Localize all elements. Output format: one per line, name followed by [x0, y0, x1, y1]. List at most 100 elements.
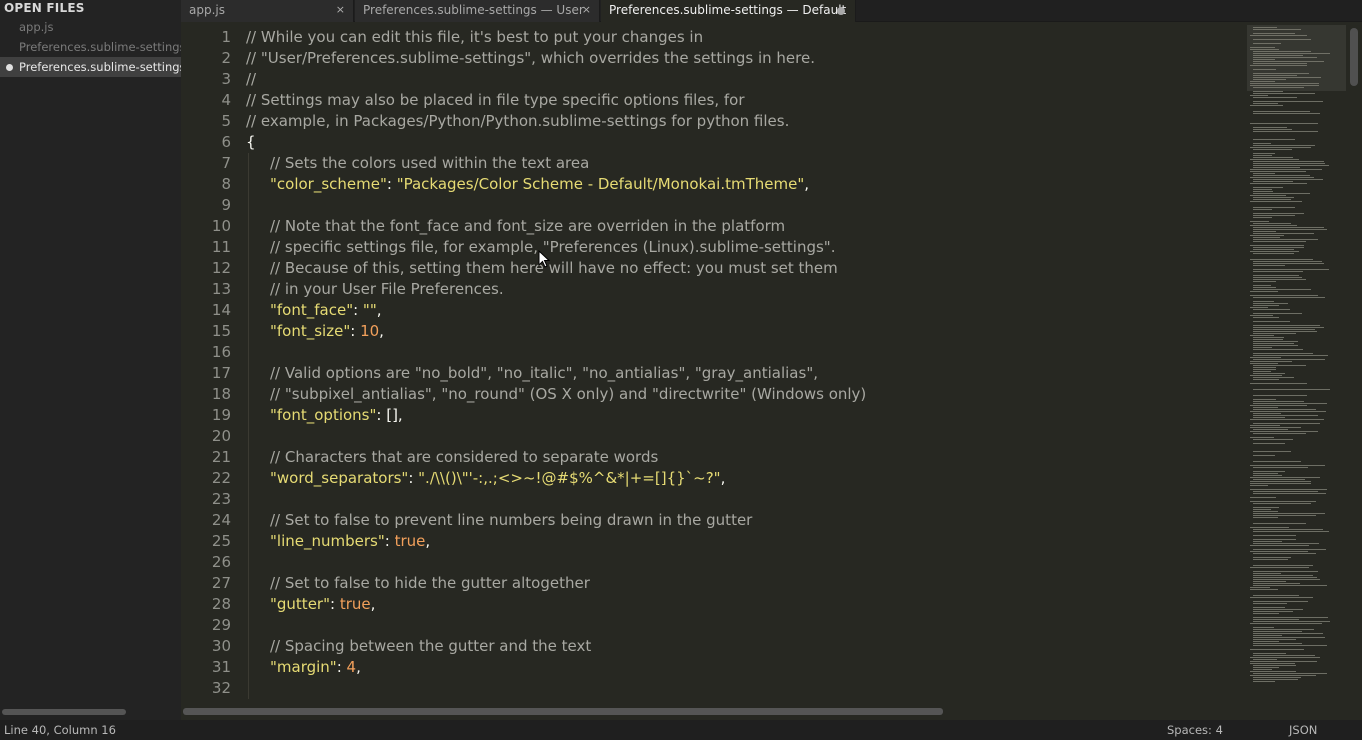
minimap-line	[1250, 527, 1289, 528]
horizontal-scrollbar[interactable]	[183, 708, 943, 715]
minimap-line	[1253, 609, 1303, 610]
code-token: "font_face"	[270, 301, 354, 319]
tab-preferences-user[interactable]: Preferences.sublime-settings — User ×	[355, 0, 600, 22]
minimap-line	[1253, 149, 1292, 150]
vertical-scrollbar[interactable]	[1350, 28, 1358, 86]
minimap-line	[1253, 261, 1322, 262]
code-line[interactable]: "margin": 4,	[270, 657, 361, 678]
code-line[interactable]: // Because of this, setting them here wi…	[270, 258, 838, 279]
minimap-line	[1253, 303, 1288, 304]
minimap-line	[1253, 271, 1303, 272]
minimap-line	[1250, 363, 1278, 364]
minimap-line	[1253, 549, 1326, 550]
code-token: true	[339, 595, 371, 613]
code-line[interactable]: // Valid options are "no_bold", "no_ital…	[270, 363, 818, 384]
tab-app-js[interactable]: app.js ×	[181, 0, 354, 22]
minimap-line	[1253, 677, 1301, 678]
minimap-line	[1253, 395, 1307, 396]
minimap-line	[1253, 33, 1295, 34]
code-line[interactable]: // Note that the font_face and font_size…	[270, 216, 785, 237]
code-line[interactable]: // specific settings file, for example, …	[270, 237, 835, 258]
code-line[interactable]: // Sets the colors used within the text …	[270, 153, 589, 174]
code-token: // While you can edit this file, it's be…	[246, 28, 704, 46]
minimap-line	[1253, 275, 1299, 276]
code-line[interactable]: // While you can edit this file, it's be…	[246, 27, 703, 48]
code-line[interactable]: "font_size": 10,	[270, 321, 384, 342]
minimap-line	[1253, 265, 1285, 266]
status-bar: Line 40, Column 16 Spaces: 4 JSON	[0, 720, 1362, 740]
minimap-line	[1250, 587, 1270, 588]
minimap-line	[1253, 167, 1300, 168]
code-line[interactable]: // Spacing between the gutter and the te…	[270, 636, 591, 657]
minimap-line	[1250, 497, 1276, 498]
minimap-line	[1253, 475, 1282, 476]
sidebar-item-preferences-default[interactable]: Preferences.sublime-settings	[0, 57, 181, 77]
minimap-line	[1253, 297, 1325, 298]
code-area[interactable]: // While you can edit this file, it's be…	[246, 22, 1246, 706]
minimap-line	[1250, 545, 1309, 546]
code-line[interactable]: //	[246, 69, 256, 90]
minimap-line	[1250, 485, 1268, 486]
code-line[interactable]: // in your User File Preferences.	[270, 279, 504, 300]
minimap-line	[1253, 285, 1271, 286]
code-line[interactable]: // "User/Preferences.sublime-settings", …	[246, 48, 815, 69]
unsaved-dot-icon[interactable]	[837, 7, 845, 15]
minimap-line	[1253, 535, 1296, 536]
minimap-line	[1253, 249, 1294, 250]
code-line[interactable]: // Set to false to hide the gutter altog…	[270, 573, 590, 594]
minimap-line	[1253, 305, 1279, 306]
minimap-line	[1253, 631, 1302, 632]
minimap-line	[1253, 227, 1324, 228]
code-line[interactable]: "color_scheme": "Packages/Color Scheme -…	[270, 174, 809, 195]
code-token: :	[350, 322, 361, 340]
sidebar-item-preferences-user[interactable]: Preferences.sublime-settings	[0, 37, 181, 57]
sidebar-item-app-js[interactable]: app.js	[0, 17, 181, 37]
code-editor[interactable]: 1 2 3 4 5 6 7 8 9 10 11 12 13 14 15 16 17 18 19 20 21 22 23 24 2…	[181, 22, 1362, 706]
close-icon[interactable]: ×	[336, 3, 345, 16]
line-number: 18	[211, 385, 231, 403]
code-line[interactable]: // Set to false to prevent line numbers …	[270, 510, 752, 531]
line-number: 10	[211, 217, 231, 235]
code-line[interactable]: {	[246, 132, 256, 153]
tab-preferences-default[interactable]: Preferences.sublime-settings — Default	[601, 0, 856, 22]
minimap[interactable]	[1247, 22, 1347, 706]
line-number: 19	[211, 406, 231, 424]
minimap-line	[1253, 175, 1310, 176]
minimap-line	[1253, 113, 1320, 114]
minimap-line	[1253, 603, 1287, 604]
minimap-line	[1253, 161, 1324, 162]
minimap-line	[1250, 85, 1319, 86]
line-number: 5	[221, 112, 231, 130]
code-line[interactable]: // "subpixel_antialias", "no_round" (OS …	[270, 384, 866, 405]
code-line[interactable]: // Characters that are considered to sep…	[270, 447, 658, 468]
sidebar-horizontal-scrollbar[interactable]	[2, 709, 126, 715]
code-line[interactable]: // example, in Packages/Python/Python.su…	[246, 111, 789, 132]
code-line[interactable]: "font_options": [],	[270, 405, 403, 426]
line-number: 7	[221, 154, 231, 172]
code-line[interactable]: "gutter": true,	[270, 594, 375, 615]
minimap-line	[1253, 573, 1281, 574]
minimap-line	[1253, 187, 1283, 188]
close-icon[interactable]: ×	[582, 3, 591, 16]
minimap-line	[1250, 661, 1317, 662]
minimap-line	[1250, 83, 1319, 84]
minimap-line	[1253, 143, 1271, 144]
indentation-setting[interactable]: Spaces: 4	[1167, 723, 1223, 737]
code-line[interactable]: "font_face": "",	[270, 300, 382, 321]
minimap-line	[1253, 197, 1294, 198]
syntax-selector[interactable]: JSON	[1289, 723, 1317, 737]
minimap-line	[1253, 231, 1276, 232]
minimap-line	[1253, 61, 1324, 62]
minimap-line	[1250, 483, 1311, 484]
open-files-header: OPEN FILES	[4, 1, 85, 15]
code-line[interactable]: // Settings may also be placed in file t…	[246, 90, 745, 111]
code-line[interactable]: "line_numbers": true,	[270, 531, 430, 552]
code-line[interactable]: "word_separators": "./\\()\"'-:,.;<>~!@#…	[270, 468, 725, 489]
minimap-line	[1253, 343, 1294, 344]
line-number: 11	[211, 238, 231, 256]
minimap-line	[1250, 597, 1313, 598]
line-number: 28	[211, 595, 231, 613]
minimap-line	[1253, 417, 1285, 418]
code-token: 4	[346, 658, 357, 676]
code-token: // Spacing between the gutter and the te…	[270, 637, 592, 655]
